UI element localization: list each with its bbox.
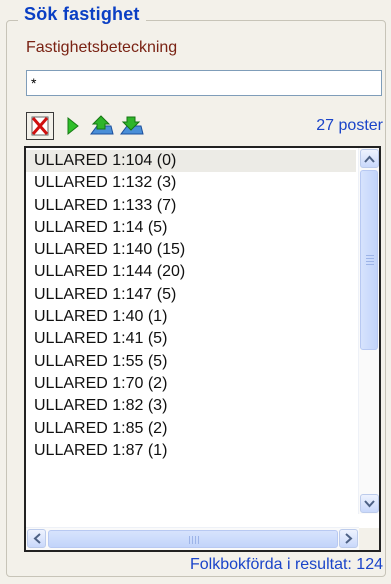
list-item[interactable]: ULLARED 1:70 (2)	[26, 373, 356, 395]
results-list: ULLARED 1:104 (0) ULLARED 1:132 (3) ULLARE…	[26, 150, 356, 462]
chevron-left-icon	[33, 533, 41, 544]
list-item[interactable]: ULLARED 1:144 (20)	[26, 261, 356, 283]
property-search-input[interactable]	[26, 70, 382, 96]
list-item[interactable]: ULLARED 1:87 (1)	[26, 440, 356, 462]
list-item[interactable]: ULLARED 1:132 (3)	[26, 172, 356, 194]
run-icon	[67, 116, 79, 136]
results-listbox[interactable]: ULLARED 1:104 (0) ULLARED 1:132 (3) ULLARE…	[24, 146, 381, 552]
grip-line	[192, 536, 193, 544]
move-up-icon	[90, 115, 114, 135]
scroll-down-button[interactable]	[360, 494, 379, 513]
list-item[interactable]: ULLARED 1:85 (2)	[26, 418, 356, 440]
grip-line	[189, 536, 190, 544]
list-item[interactable]: ULLARED 1:55 (5)	[26, 351, 356, 373]
grip-line	[366, 258, 374, 259]
list-item[interactable]: ULLARED 1:133 (7)	[26, 195, 356, 217]
grip-line	[198, 536, 199, 544]
run-search-button[interactable]	[58, 112, 86, 140]
residents-total-label: Folkbokförda i resultat: 124	[190, 556, 383, 573]
list-item[interactable]: ULLARED 1:14 (5)	[26, 217, 356, 239]
grip-line	[366, 261, 374, 262]
scroll-up-button[interactable]	[360, 149, 379, 168]
list-item[interactable]: ULLARED 1:147 (5)	[26, 284, 356, 306]
grip-line	[366, 255, 374, 256]
list-item[interactable]: ULLARED 1:82 (3)	[26, 395, 356, 417]
grip-line	[195, 536, 196, 544]
chevron-up-icon	[364, 155, 375, 163]
clear-icon	[31, 116, 49, 136]
grip-line	[366, 264, 374, 265]
list-item[interactable]: ULLARED 1:41 (5)	[26, 328, 356, 350]
scroll-right-button[interactable]	[339, 529, 358, 548]
clear-button[interactable]	[26, 112, 54, 140]
move-down-icon	[120, 116, 144, 135]
chevron-right-icon	[344, 533, 352, 544]
scroll-left-button[interactable]	[27, 529, 46, 548]
field-label: Fastighetsbeteckning	[26, 39, 178, 56]
move-down-button[interactable]	[118, 112, 146, 140]
list-item[interactable]: ULLARED 1:140 (15)	[26, 239, 356, 261]
vertical-scroll-thumb[interactable]	[360, 170, 378, 350]
chevron-down-icon	[364, 499, 375, 507]
vertical-scrollbar[interactable]	[358, 148, 379, 514]
move-up-button[interactable]	[88, 112, 116, 140]
group-title: Sök fastighet	[18, 4, 146, 25]
horizontal-scroll-thumb[interactable]	[48, 530, 338, 548]
scrollbar-corner	[359, 528, 379, 550]
result-count-label: 27 poster	[316, 117, 383, 134]
horizontal-scrollbar[interactable]	[26, 527, 359, 550]
list-item[interactable]: ULLARED 1:104 (0)	[26, 150, 356, 173]
list-item[interactable]: ULLARED 1:40 (1)	[26, 306, 356, 328]
